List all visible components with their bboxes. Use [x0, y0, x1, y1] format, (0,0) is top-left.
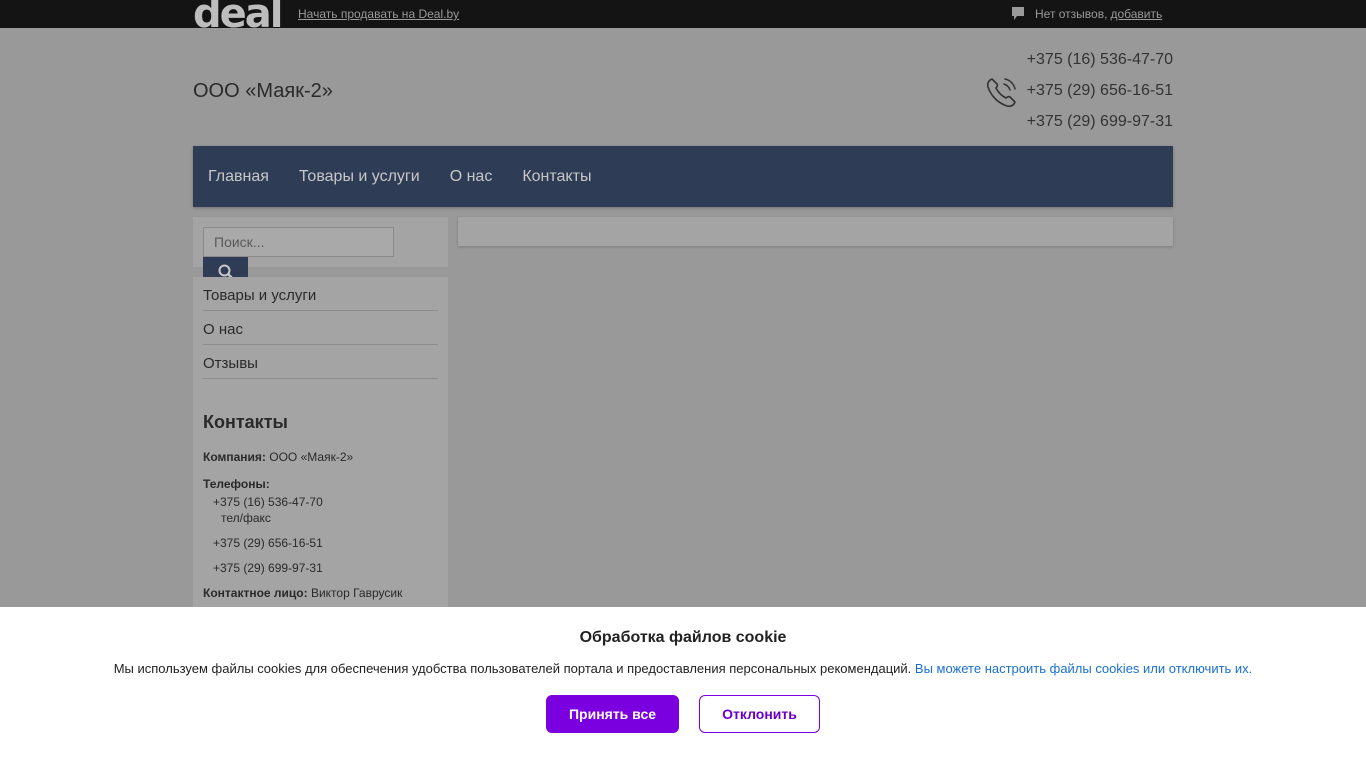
- company-value: ООО «Маяк-2»: [269, 450, 354, 464]
- nav-item-about[interactable]: О нас: [450, 168, 493, 186]
- sidebar: Товары и услуги О нас Отзывы Контакты Ко…: [193, 277, 448, 617]
- sidebar-phone-list: +375 (16) 536-47-70 тел/факс +375 (29) 6…: [203, 495, 438, 575]
- reviews-info: Нет отзывов, добавить: [1011, 6, 1162, 22]
- top-bar: deal Начать продавать на Deal.by Нет отз…: [0, 0, 1366, 28]
- accept-all-button[interactable]: Принять все: [546, 695, 679, 733]
- sidebar-phone-2[interactable]: +375 (29) 656-16-51: [213, 536, 438, 550]
- company-label: Компания:: [203, 450, 266, 464]
- company-name: ООО «Маяк-2»: [193, 80, 333, 102]
- cookie-text: Мы используем файлы cookies для обеспече…: [0, 661, 1366, 676]
- comment-icon: [1012, 7, 1024, 20]
- contact-person-row: Контактное лицо: Виктор Гаврусик: [203, 586, 438, 600]
- cookie-buttons: Принять все Отклонить: [0, 695, 1366, 733]
- nav-item-products[interactable]: Товары и услуги: [299, 168, 420, 186]
- decline-button[interactable]: Отклонить: [699, 695, 820, 733]
- no-reviews-text: Нет отзывов,: [1035, 7, 1108, 21]
- sidebar-phone-1-note: тел/факс: [221, 511, 271, 525]
- company-row: Компания: ООО «Маяк-2»: [203, 450, 438, 464]
- sidebar-item-about[interactable]: О нас: [203, 311, 438, 345]
- sidebar-item-reviews[interactable]: Отзывы: [203, 345, 438, 379]
- nav-item-home[interactable]: Главная: [208, 168, 269, 186]
- sidebar-phone-3[interactable]: +375 (29) 699-97-31: [213, 561, 438, 575]
- main-content-panel: [458, 217, 1173, 246]
- header-phones: +375 (16) 536-47-70 +375 (29) 656-16-51 …: [1027, 50, 1173, 143]
- main-nav: Главная Товары и услуги О нас Контакты: [193, 146, 1173, 207]
- nav-item-contacts[interactable]: Контакты: [522, 168, 591, 186]
- contacts-title: Контакты: [203, 412, 288, 432]
- start-selling-link[interactable]: Начать продавать на Deal.by: [298, 7, 459, 21]
- cookie-description: Мы используем файлы cookies для обеспече…: [113, 661, 912, 676]
- header-phone-2[interactable]: +375 (29) 656-16-51: [1027, 81, 1173, 112]
- cookie-title: Обработка файлов cookie: [579, 629, 787, 646]
- deal-logo[interactable]: deal: [193, 0, 281, 28]
- sidebar-item-products[interactable]: Товары и услуги: [203, 277, 438, 311]
- add-review-link[interactable]: добавить: [1110, 7, 1162, 21]
- header-phone-3[interactable]: +375 (29) 699-97-31: [1027, 112, 1173, 143]
- cookie-settings-link[interactable]: Вы можете настроить файлы cookies или от…: [915, 661, 1252, 676]
- phone-icon: [986, 78, 1016, 108]
- contact-person-value: Виктор Гаврусик: [310, 586, 403, 600]
- search-panel: [193, 217, 448, 287]
- search-input[interactable]: [203, 227, 394, 257]
- header-phone-1[interactable]: +375 (16) 536-47-70: [1027, 50, 1173, 81]
- sidebar-phone-1[interactable]: +375 (16) 536-47-70: [213, 495, 438, 509]
- contact-person-label: Контактное лицо:: [203, 586, 308, 600]
- phones-label: Телефоны:: [203, 477, 270, 491]
- cookie-banner: Обработка файлов cookie Мы используем фа…: [0, 607, 1366, 768]
